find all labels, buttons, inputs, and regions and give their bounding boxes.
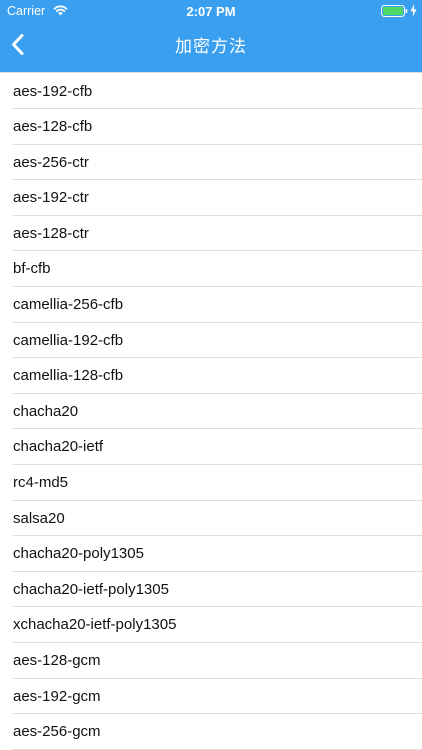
method-label: bf-cfb [13, 260, 51, 278]
method-label: chacha20-ietf [13, 438, 104, 456]
method-item[interactable]: chacha20 [0, 394, 422, 430]
method-label: rc4-md5 [13, 474, 69, 492]
method-item[interactable]: aes-192-ctr [0, 180, 422, 216]
method-label: salsa20 [13, 509, 65, 527]
method-label: camellia-128-cfb [13, 367, 124, 385]
method-label: chacha20 [13, 402, 79, 420]
method-label: chacha20-ietf-poly1305 [13, 580, 169, 598]
method-label: xchacha20-ietf-poly1305 [13, 616, 177, 634]
method-item[interactable]: aes-256-ctr [0, 145, 422, 181]
battery-icon [381, 5, 408, 17]
charging-icon [410, 4, 417, 17]
method-label: aes-192-gcm [13, 687, 101, 705]
method-label: aes-128-ctr [13, 224, 89, 242]
method-item[interactable]: aes-192-cfb [0, 74, 422, 110]
encryption-method-list[interactable]: aes-192-cfb aes-128-cfb aes-256-ctr aes-192… [0, 72, 422, 750]
method-item[interactable]: camellia-128-cfb [0, 358, 422, 394]
method-item[interactable]: aes-192-gcm [0, 679, 422, 715]
method-item[interactable]: bf-cfb [0, 251, 422, 287]
method-item[interactable]: aes-128-cfb [0, 109, 422, 145]
status-bar: Carrier 2:07 PM [0, 0, 422, 22]
app-header: Carrier 2:07 PM 加密方法 [0, 0, 422, 72]
method-label: camellia-192-cfb [13, 331, 124, 349]
page-title: 加密方法 [175, 37, 247, 56]
method-label: aes-256-gcm [13, 723, 101, 741]
method-item[interactable]: chacha20-ietf [0, 429, 422, 465]
method-label: aes-192-ctr [13, 189, 89, 207]
method-label: aes-128-gcm [13, 652, 101, 669]
screen: Carrier 2:07 PM 加密方法 aes-192-cfb aes-128… [0, 0, 422, 750]
method-item[interactable]: xchacha20-ietf-poly1305 [0, 607, 422, 643]
method-label: aes-192-cfb [13, 82, 93, 100]
method-label: aes-128-cfb [13, 118, 93, 136]
method-item[interactable]: salsa20 [0, 501, 422, 537]
method-item[interactable]: rc4-md5 [0, 465, 422, 501]
method-item[interactable]: aes-128-ctr [0, 216, 422, 252]
method-label: aes-256-ctr [13, 153, 89, 171]
method-item[interactable]: aes-128-gcm [0, 643, 422, 679]
method-label: chacha20-poly1305 [13, 545, 144, 563]
method-item[interactable]: aes-256-gcm [0, 714, 422, 750]
navigation-bar: 加密方法 [0, 22, 422, 66]
method-item[interactable]: chacha20-ietf-poly1305 [0, 572, 422, 608]
method-label: camellia-256-cfb [13, 296, 124, 314]
method-item[interactable]: camellia-256-cfb [0, 287, 422, 323]
method-item[interactable]: chacha20-poly1305 [0, 536, 422, 572]
method-item[interactable]: camellia-192-cfb [0, 323, 422, 359]
status-time: 2:07 PM [186, 4, 236, 19]
